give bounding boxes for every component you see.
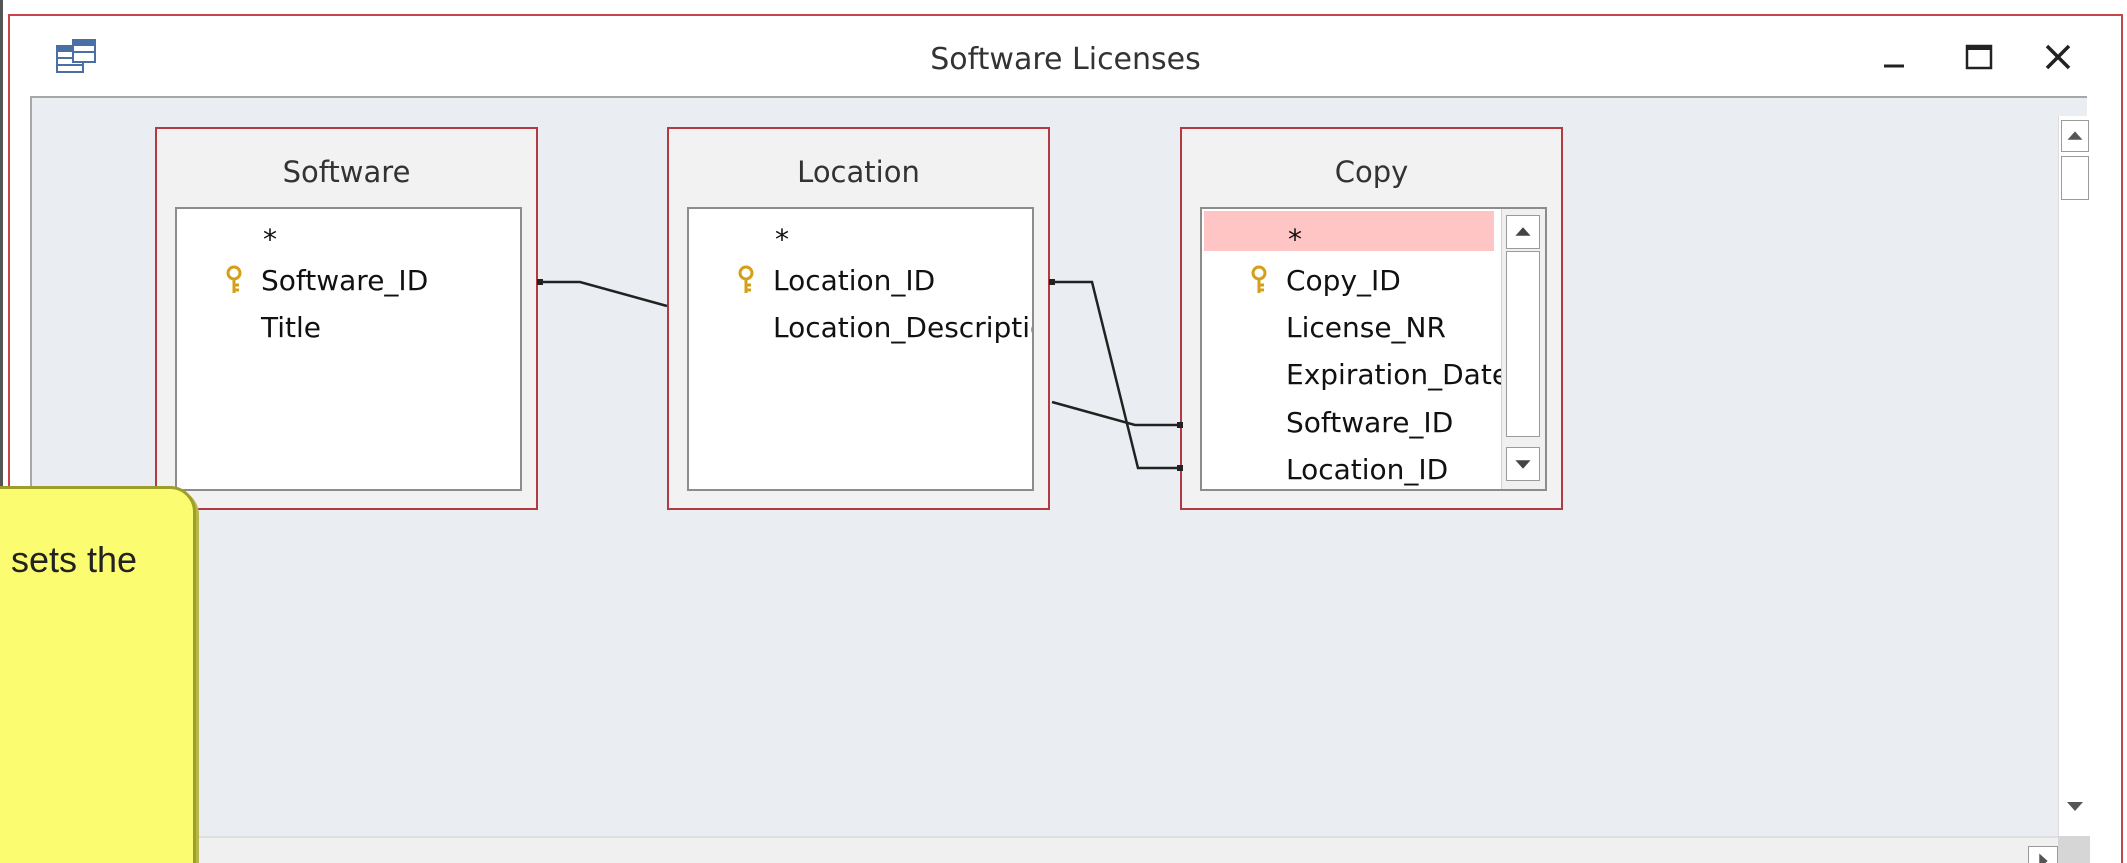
field-all-columns[interactable]: * [177,211,520,256]
scroll-up-arrow-icon[interactable] [1506,215,1540,249]
field-expiration-date[interactable]: Expiration_Date [1202,353,1545,393]
field-software-id[interactable]: Software_ID [1202,401,1545,441]
field-location-description[interactable]: Location_Descriptio [689,306,1032,346]
scroll-right-arrow-icon[interactable] [2028,846,2058,863]
field-list[interactable]: * Software_ID Title [175,207,522,491]
field-list[interactable]: * Copy_ID License_NR Expiration_Date Sof… [1200,207,1547,491]
title-bar[interactable]: Software Licenses [10,16,2121,96]
table-title: Software [282,155,411,189]
field-license-nr[interactable]: License_NR [1202,306,1545,346]
field-copy-id[interactable]: Copy_ID [1202,259,1545,299]
field-all-columns[interactable]: * [689,211,1032,256]
scroll-up-arrow-icon[interactable] [2061,120,2089,152]
close-icon[interactable] [2035,36,2083,80]
table-copy[interactable]: Copy * Copy_ID License_NR Expiration_Dat… [1180,127,1563,510]
vertical-scrollbar[interactable] [2058,116,2090,836]
maximize-icon[interactable] [1955,36,2003,80]
table-title: Copy [1334,155,1409,189]
scrollbar-corner [2058,836,2090,863]
field-list[interactable]: * Location_ID Location_Descriptio [687,207,1034,491]
table-location[interactable]: Location * Location_ID Location_Descript… [667,127,1050,510]
key-icon [1251,265,1267,293]
scroll-thumb[interactable] [1506,251,1540,437]
scroll-down-arrow-icon[interactable] [1506,447,1540,481]
field-list-scrollbar[interactable] [1501,209,1545,489]
field-all-columns[interactable]: * [1204,211,1494,256]
field-title[interactable]: Title [177,306,520,346]
horizontal-scrollbar[interactable] [30,836,2087,863]
field-location-id[interactable]: Location_ID [1202,448,1545,488]
field-location-id[interactable]: Location_ID [689,259,1032,299]
scroll-thumb[interactable] [2061,156,2089,200]
minimize-icon[interactable] [1870,36,1918,80]
window-title: Software Licenses [930,42,1201,77]
table-software[interactable]: Software * Software_ID Title [155,127,538,510]
scroll-down-arrow-icon[interactable] [2061,790,2089,822]
key-icon [738,265,754,293]
callout-text: sets the [11,539,138,580]
field-software-id[interactable]: Software_ID [177,259,520,299]
key-icon [226,265,242,293]
tutorial-callout: sets the [0,486,196,863]
table-title: Location [797,155,920,189]
